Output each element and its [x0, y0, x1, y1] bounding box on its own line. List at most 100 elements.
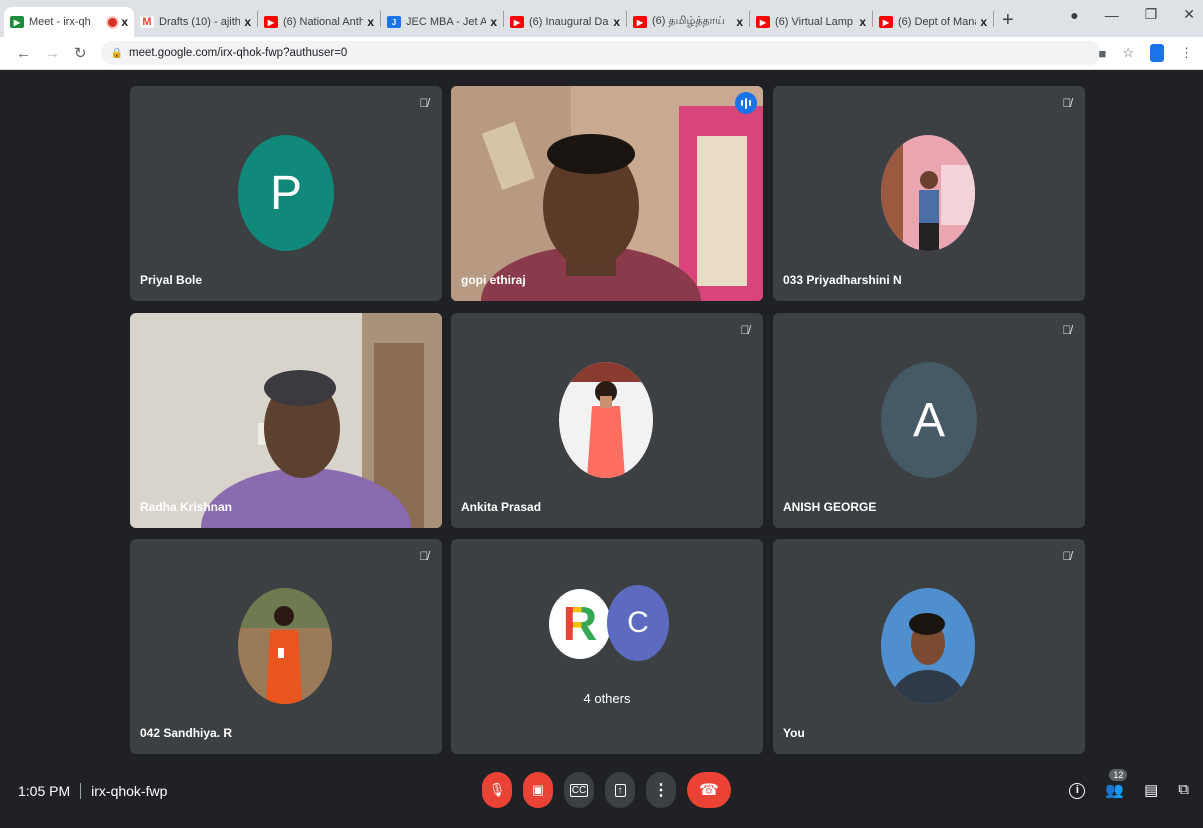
- tab-gmail[interactable]: M Drafts (10) - ajith x: [134, 7, 257, 37]
- participant-name: You: [783, 726, 805, 740]
- avatar: [559, 362, 653, 478]
- tab-youtube-anthem[interactable]: ▶ (6) National Anth x: [258, 7, 380, 37]
- tab-title: (6) Inaugural Dar: [529, 16, 610, 28]
- participant-tile[interactable]: 🎙̸ Ankita Prasad: [451, 313, 763, 528]
- tab-youtube-lamp[interactable]: ▶ (6) Virtual Lamp l x: [750, 7, 872, 37]
- camera-off-icon: ▣: [531, 782, 545, 797]
- participant-tile-others[interactable]: R C 4 others: [451, 539, 763, 754]
- participant-tile[interactable]: P 🎙̸ Priyal Bole: [130, 86, 442, 301]
- chat-icon: ▤: [1144, 781, 1159, 799]
- close-tab-icon[interactable]: x: [367, 15, 374, 29]
- avatar: A: [881, 362, 977, 478]
- meeting-info: 1:05 PM irx-qhok-fwp: [18, 783, 167, 799]
- youtube-icon: ▶: [756, 16, 770, 28]
- tab-meet[interactable]: ▶ Meet - irx-qh x: [4, 7, 134, 37]
- chat-button[interactable]: ▤: [1144, 781, 1158, 799]
- camera-toggle-button[interactable]: ▣: [523, 772, 553, 808]
- people-count-badge: 12: [1109, 768, 1128, 781]
- close-tab-icon[interactable]: x: [613, 15, 620, 29]
- participant-name: Radha Krishnan: [140, 500, 233, 514]
- call-controls: 🎙 ▣ CC ↑ ⋮ ☎: [482, 772, 731, 808]
- meeting-controls-bar: 1:05 PM irx-qhok-fwp 🎙 ▣ CC ↑ ⋮ ☎ i 12 👥…: [0, 758, 1203, 828]
- tab-youtube-tamil[interactable]: ▶ (6) தமிழ்த்தாய் x: [627, 7, 749, 37]
- avatar: [238, 588, 332, 704]
- close-tab-icon[interactable]: x: [859, 15, 866, 29]
- bookmark-star-icon[interactable]: ☆: [1122, 45, 1134, 61]
- close-window-icon[interactable]: ✕: [1183, 6, 1195, 23]
- forward-icon[interactable]: →: [45, 45, 60, 62]
- tab-title: (6) தமிழ்த்தாய்: [652, 15, 725, 27]
- close-tab-icon[interactable]: x: [490, 15, 497, 29]
- jec-icon: J: [387, 16, 401, 28]
- camera-icon[interactable]: ■: [1098, 46, 1106, 61]
- tab-title: JEC MBA - Jet Ale: [406, 16, 487, 28]
- present-button[interactable]: ↑: [605, 772, 635, 808]
- tab-jec-mba[interactable]: J JEC MBA - Jet Ale x: [381, 7, 503, 37]
- speaking-indicator-icon: [735, 92, 757, 114]
- new-tab-button[interactable]: +: [1002, 9, 1014, 32]
- tab-title: Meet - irx-qh: [29, 16, 91, 28]
- youtube-icon: ▶: [633, 16, 647, 28]
- mic-off-icon: 🎙̸: [1062, 549, 1072, 563]
- tab-youtube-inaugural[interactable]: ▶ (6) Inaugural Dar x: [504, 7, 626, 37]
- leave-call-button[interactable]: ☎: [687, 772, 731, 808]
- restore-icon[interactable]: ❐: [1145, 6, 1158, 23]
- lock-icon: 🔒: [110, 47, 124, 59]
- close-tab-icon[interactable]: x: [736, 15, 743, 29]
- close-tab-icon[interactable]: x: [244, 15, 251, 29]
- mic-off-icon: 🎙̸: [419, 549, 429, 563]
- participant-tile[interactable]: A 🎙̸ ANISH GEORGE: [773, 313, 1085, 528]
- tab-title: (6) Dept of Mana: [898, 16, 977, 28]
- url-input[interactable]: 🔒 meet.google.com/irx-qhok-fwp?authuser=…: [100, 41, 1101, 65]
- meeting-code: irx-qhok-fwp: [91, 783, 168, 799]
- back-icon[interactable]: ←: [16, 45, 31, 62]
- mic-off-icon: 🎙̸: [1062, 323, 1072, 337]
- participant-name: Ankita Prasad: [461, 500, 542, 514]
- participant-tile[interactable]: gopi ethiraj: [451, 86, 763, 301]
- avatar: P: [238, 135, 334, 251]
- info-icon: i: [1069, 783, 1086, 799]
- avatar-letter: P: [269, 166, 302, 220]
- youtube-icon: ▶: [510, 16, 524, 28]
- others-count-label: 4 others: [583, 691, 631, 706]
- participant-tile[interactable]: Radha Krishnan: [130, 313, 442, 528]
- profile-icon[interactable]: [1150, 44, 1164, 62]
- captions-button[interactable]: CC: [564, 772, 594, 808]
- meeting-details-button[interactable]: i: [1069, 780, 1086, 799]
- gmail-icon: M: [140, 16, 154, 28]
- avatar-letter: C: [627, 606, 649, 639]
- youtube-icon: ▶: [264, 16, 278, 28]
- window-controls: ● — ❐ ✕: [1070, 6, 1195, 23]
- extension-icon[interactable]: ●: [1070, 7, 1078, 23]
- participant-name: ANISH GEORGE: [783, 500, 877, 514]
- menu-icon[interactable]: ⋮: [1180, 45, 1193, 61]
- tab-divider: [993, 10, 994, 27]
- side-panel-controls: i 12 👥 ▤ ⧉: [1069, 768, 1189, 799]
- mic-off-icon: 🎙: [488, 782, 506, 797]
- activities-button[interactable]: ⧉: [1178, 781, 1189, 798]
- meeting-time: 1:05 PM: [18, 783, 71, 799]
- people-icon: 👥: [1105, 781, 1125, 799]
- mic-toggle-button[interactable]: 🎙: [482, 772, 512, 808]
- more-options-button[interactable]: ⋮: [646, 772, 676, 808]
- captions-icon: CC: [569, 783, 589, 797]
- participant-tile-self[interactable]: 🎙̸ You: [773, 539, 1085, 754]
- activities-icon: ⧉: [1178, 781, 1189, 798]
- participant-tile[interactable]: 🎙̸ 042 Sandhiya. R: [130, 539, 442, 754]
- avatar: C: [607, 585, 669, 661]
- avatar: [881, 135, 975, 251]
- people-button[interactable]: 12 👥: [1105, 768, 1128, 799]
- meet-icon: ▶: [10, 16, 24, 28]
- avatar-letter: R: [562, 597, 598, 651]
- reload-icon[interactable]: ↻: [74, 44, 87, 62]
- close-tab-icon[interactable]: x: [980, 15, 987, 29]
- recording-icon: [108, 17, 118, 27]
- youtube-icon: ▶: [879, 16, 893, 28]
- close-tab-icon[interactable]: x: [121, 15, 128, 29]
- divider: [80, 783, 82, 799]
- minimize-icon[interactable]: —: [1105, 7, 1119, 23]
- participant-tile[interactable]: 🎙̸ 033 Priyadharshini N: [773, 86, 1085, 301]
- video-feed: [130, 313, 442, 528]
- tab-youtube-dept[interactable]: ▶ (6) Dept of Mana x: [873, 7, 993, 37]
- participant-name: 033 Priyadharshini N: [783, 273, 902, 287]
